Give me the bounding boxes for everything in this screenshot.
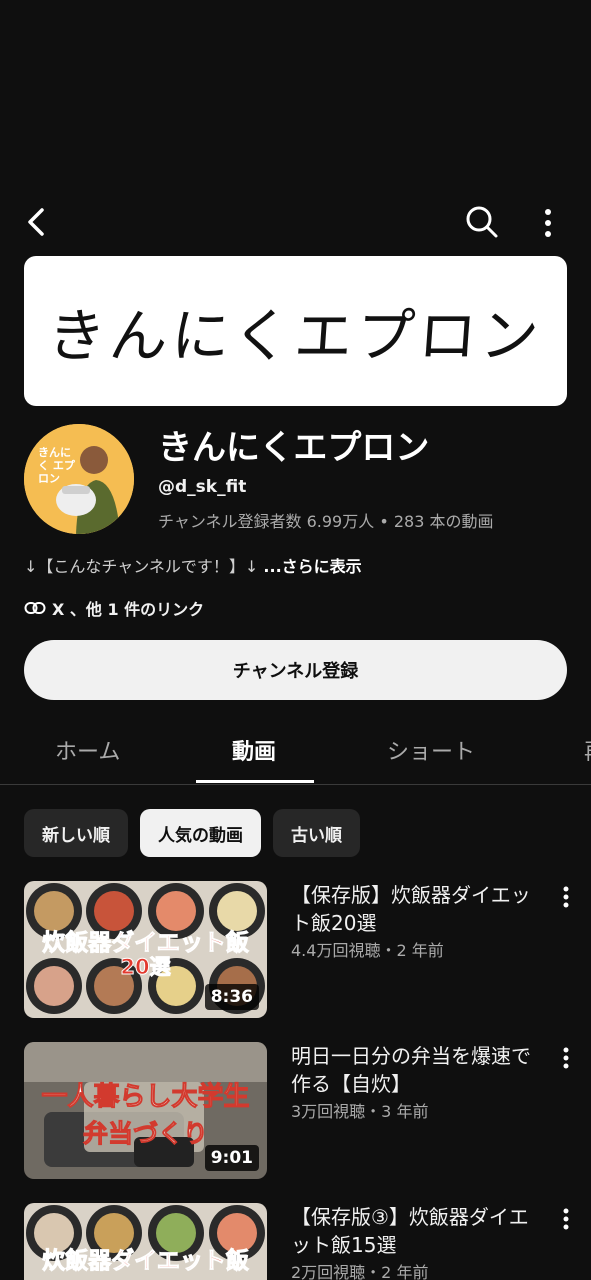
video-title[interactable]: 【保存版③】炊飯器ダイエット飯15選 [291, 1203, 543, 1259]
video-thumbnail[interactable]: 炊飯器ダイエット飯 [24, 1203, 267, 1280]
channel-handle: @d_sk_fit [158, 477, 247, 497]
links-text: X 、他 1 件のリンク [52, 600, 205, 619]
app-bar [0, 190, 591, 254]
video-item[interactable]: 炊飯器ダイエット飯 【保存版③】炊飯器ダイエット飯15選 2万回視聴・2 年前 [0, 1203, 591, 1280]
video-more-icon[interactable] [558, 1046, 574, 1070]
video-meta: 4.4万回視聴・2 年前 [291, 941, 444, 960]
channel-tabs: ホーム 動画 ショート 再 [0, 720, 591, 785]
video-meta: 3万回視聴・3 年前 [291, 1102, 429, 1121]
video-duration: 8:36 [204, 984, 259, 1010]
thumbnail-caption: 一人暮らし大学生 [41, 1082, 250, 1113]
description-text: ↓【こんなチャンネルです！】↓ [24, 557, 264, 576]
channel-description[interactable]: ↓【こんなチャンネルです！】↓ ...さらに表示 [24, 553, 362, 577]
channel-banner: きんにくエプロン [24, 256, 567, 406]
tab-next[interactable]: 再 [584, 734, 591, 766]
channel-links[interactable]: X 、他 1 件のリンク [24, 596, 204, 620]
more-vert-icon[interactable] [538, 208, 558, 238]
video-title[interactable]: 明日一日分の弁当を爆速で作る【自炊】 [291, 1042, 543, 1098]
thumbnail-caption: 炊飯器ダイエット飯 [42, 1248, 250, 1275]
video-duration: 9:01 [204, 1145, 259, 1171]
show-more-link[interactable]: ...さらに表示 [263, 557, 361, 576]
video-more-icon[interactable] [558, 885, 574, 909]
search-icon[interactable] [464, 204, 500, 240]
link-icon [24, 602, 46, 614]
tab-videos[interactable]: 動画 [232, 734, 276, 766]
avatar-caption: きんにく エプロン [38, 446, 75, 485]
subscribe-button[interactable]: チャンネル登録 [24, 640, 567, 700]
sort-chips: 新しい順 人気の動画 古い順 [24, 809, 360, 857]
chip-popular[interactable]: 人気の動画 [140, 809, 261, 857]
tab-home[interactable]: ホーム [55, 734, 120, 766]
channel-avatar[interactable]: きんにく エプロン [24, 424, 134, 534]
banner-text: きんにくエプロン [45, 302, 545, 370]
video-title[interactable]: 【保存版】炊飯器ダイエット飯20選 [291, 881, 543, 937]
chip-newest[interactable]: 新しい順 [24, 809, 128, 857]
video-item[interactable]: 炊飯器ダイエット飯 20選 8:36 【保存版】炊飯器ダイエット飯20選 4.4… [0, 881, 591, 1021]
channel-title: きんにくエプロン [158, 428, 430, 468]
thumbnail-caption-2: 20選 [120, 955, 171, 980]
video-thumbnail[interactable]: 一人暮らし大学生 弁当づくり 9:01 [24, 1042, 267, 1179]
status-bar-area [0, 0, 591, 190]
active-tab-indicator [196, 780, 314, 783]
video-meta: 2万回視聴・2 年前 [291, 1263, 429, 1280]
back-arrow-icon[interactable] [22, 206, 50, 238]
video-more-icon[interactable] [558, 1207, 574, 1231]
video-thumbnail[interactable]: 炊飯器ダイエット飯 20選 8:36 [24, 881, 267, 1018]
chip-oldest[interactable]: 古い順 [273, 809, 360, 857]
channel-stats: チャンネル登録者数 6.99万人 • 283 本の動画 [158, 512, 494, 531]
video-item[interactable]: 一人暮らし大学生 弁当づくり 9:01 明日一日分の弁当を爆速で作る【自炊】 3… [0, 1042, 591, 1182]
tab-shorts[interactable]: ショート [387, 734, 475, 766]
